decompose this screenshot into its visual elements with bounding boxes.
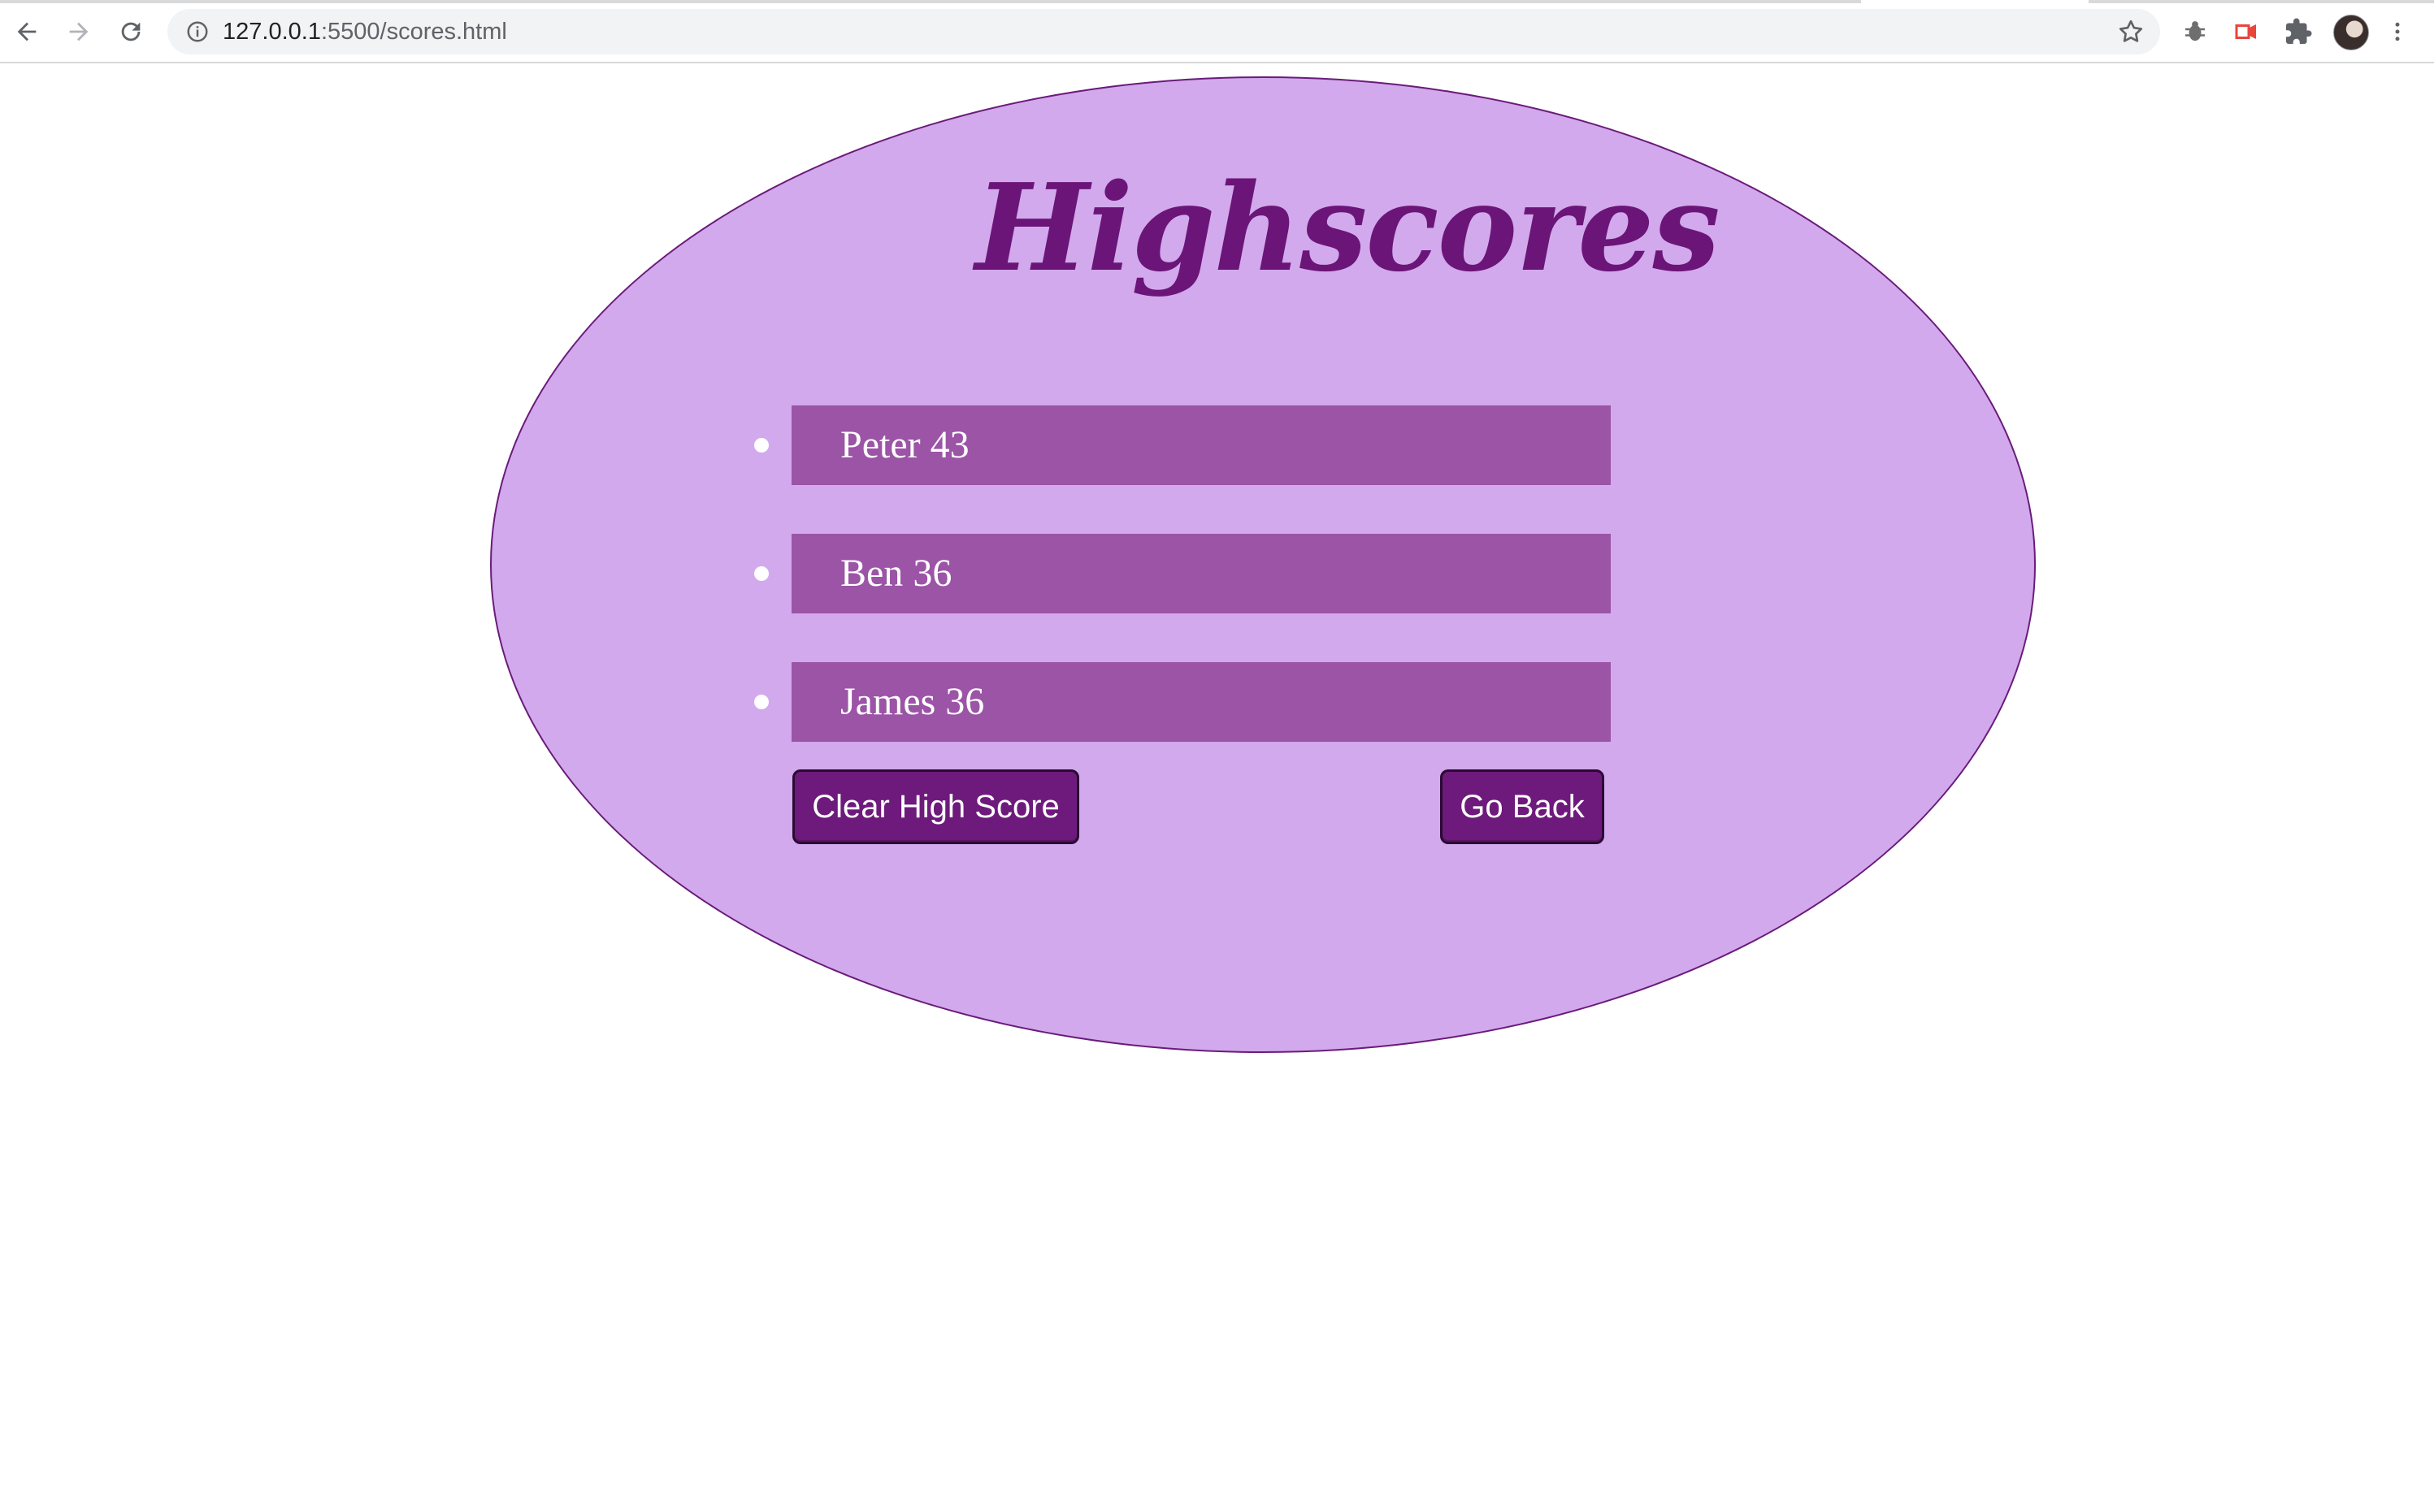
info-icon[interactable] bbox=[185, 19, 210, 44]
score-list: Peter 43 Ben 36 James 36 bbox=[754, 405, 1611, 791]
score-row: Ben 36 bbox=[754, 534, 1611, 613]
bullet-icon bbox=[754, 566, 769, 581]
go-back-button[interactable]: Go Back bbox=[1440, 769, 1604, 844]
star-icon[interactable] bbox=[2116, 17, 2145, 46]
clear-high-score-button[interactable]: Clear High Score bbox=[792, 769, 1079, 844]
score-entry: James 36 bbox=[840, 680, 985, 723]
profile-avatar[interactable] bbox=[2333, 15, 2369, 50]
back-arrow-icon bbox=[17, 22, 37, 41]
browser-menu-button[interactable] bbox=[2385, 14, 2410, 50]
bullet-icon bbox=[754, 438, 769, 453]
forward-arrow-icon bbox=[69, 22, 89, 41]
url-text[interactable]: 127.0.0.1:5500/scores.html bbox=[223, 9, 507, 54]
score-entry: Ben 36 bbox=[840, 552, 952, 595]
score-row: James 36 bbox=[754, 662, 1611, 742]
kebab-menu-icon bbox=[2395, 22, 2400, 41]
media-extension-button[interactable] bbox=[2228, 14, 2264, 50]
bug-extension-button[interactable] bbox=[2177, 14, 2213, 50]
url-path: :5500/scores.html bbox=[320, 19, 507, 45]
tab-strip-edge-right bbox=[2089, 0, 2434, 3]
score-entry: Peter 43 bbox=[840, 423, 970, 466]
back-button[interactable] bbox=[7, 11, 47, 52]
extensions-button[interactable] bbox=[2280, 14, 2316, 50]
browser-toolbar: 127.0.0.1:5500/scores.html bbox=[0, 0, 2434, 63]
reload-button[interactable] bbox=[111, 11, 151, 52]
address-bar[interactable]: 127.0.0.1:5500/scores.html bbox=[167, 9, 2160, 54]
puzzle-extensions-icon bbox=[2286, 18, 2312, 44]
reload-icon bbox=[121, 22, 141, 41]
forward-button[interactable] bbox=[59, 11, 99, 52]
url-host: 127.0.0.1 bbox=[223, 19, 321, 45]
page-title: Highscores bbox=[975, 157, 1720, 298]
bullet-icon bbox=[754, 695, 769, 709]
tab-strip-edge bbox=[0, 0, 1861, 3]
media-extension-icon bbox=[2235, 24, 2256, 39]
score-row: Peter 43 bbox=[754, 405, 1611, 485]
bug-extension-icon bbox=[2185, 21, 2205, 41]
